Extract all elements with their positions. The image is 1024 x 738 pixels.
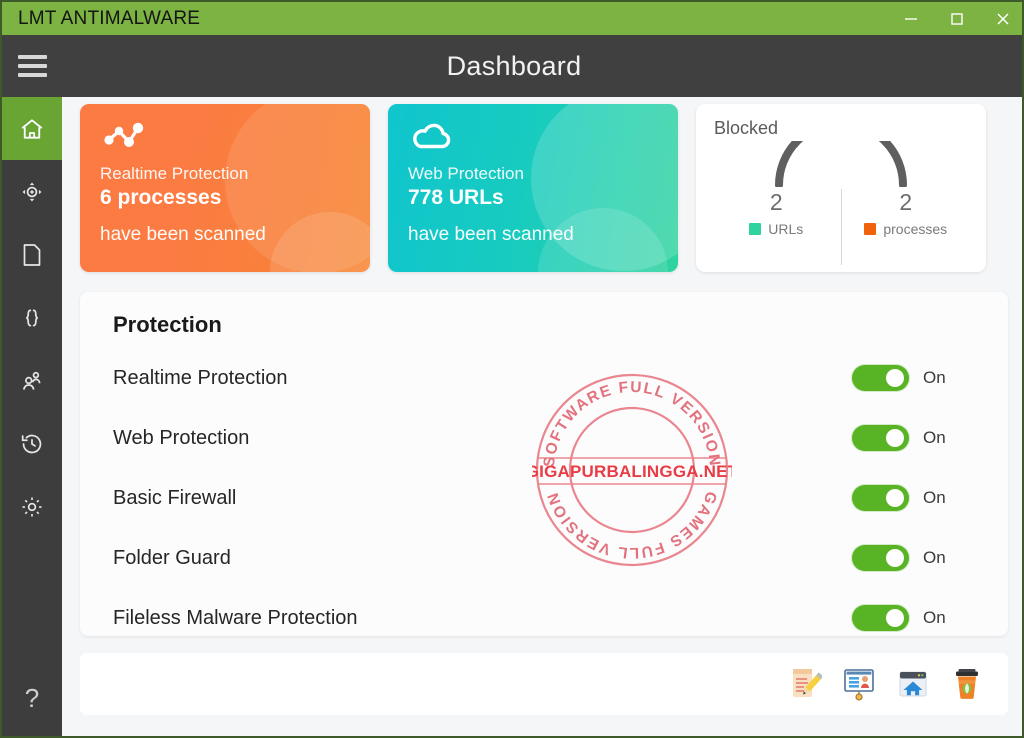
card-value: 778 URLs (408, 186, 504, 209)
protection-toggle-group: On (852, 545, 982, 571)
obscured-license-text (98, 664, 788, 704)
protection-row-realtime: Realtime Protection On (113, 348, 982, 408)
protection-row-fileless: Fileless Malware Protection On (113, 588, 982, 636)
protection-row-folder-guard: Folder Guard On (113, 528, 982, 588)
toggle-knob (886, 609, 904, 627)
web-protection-card[interactable]: Web Protection 778 URLs have been scanne… (388, 104, 678, 272)
protection-label: Web Protection (113, 426, 250, 449)
toggle-web-protection[interactable] (852, 425, 909, 451)
toggle-state-label: On (923, 608, 946, 627)
cloud-icon (408, 120, 658, 158)
toggle-realtime-protection[interactable] (852, 365, 909, 391)
legend-swatch-urls (749, 223, 762, 235)
home-icon (19, 116, 45, 142)
toggle-state-label: On (923, 368, 946, 387)
app-header: Dashboard (2, 35, 1022, 97)
card-subtitle: Realtime Protection (100, 164, 249, 183)
blocked-stats: 2 URLs 2 processes (714, 189, 968, 271)
card-caption: have been scanned (408, 224, 574, 245)
realtime-protection-card[interactable]: Realtime Protection 6 processes have bee… (80, 104, 370, 272)
toggle-folder-guard[interactable] (852, 545, 909, 571)
card-caption: have been scanned (100, 224, 266, 245)
gear-icon (19, 494, 45, 520)
toggle-state-label: On (923, 548, 946, 567)
tray-icons (788, 666, 994, 702)
sidebar: ? (2, 97, 62, 736)
blocked-urls-label: URLs (768, 221, 804, 237)
toggle-knob (886, 429, 904, 447)
blocked-processes-legend: processes (864, 221, 947, 237)
browser-home-icon[interactable] (896, 666, 930, 702)
card-value: 6 processes (100, 186, 222, 209)
protection-label: Fileless Malware Protection (113, 606, 358, 629)
coffee-cup-icon[interactable] (950, 666, 984, 702)
history-clock-icon (19, 431, 45, 457)
toggle-knob (886, 549, 904, 567)
application-window: LMT ANTIMALWARE Dashboard ? Realtime Pro… (0, 0, 1024, 738)
toggle-state-label: On (923, 428, 946, 447)
toggle-fileless-malware-protection[interactable] (852, 605, 909, 631)
blocked-divider (840, 189, 842, 265)
protection-toggle-group: On (852, 425, 982, 451)
close-button[interactable] (980, 2, 1022, 35)
protection-panel: Protection Realtime Protection On Web Pr… (80, 292, 1008, 636)
toggle-knob (886, 369, 904, 387)
document-icon (20, 242, 44, 268)
protection-heading: Protection (113, 312, 222, 337)
blocked-urls-count: 2 (769, 189, 783, 215)
title-bar: LMT ANTIMALWARE (2, 2, 1022, 35)
protection-toggle-group: On (852, 605, 982, 631)
protection-label: Folder Guard (113, 546, 231, 569)
braces-icon (19, 305, 45, 331)
maximize-button[interactable] (934, 2, 980, 35)
protection-label: Basic Firewall (113, 486, 237, 509)
bottom-bar (80, 653, 1008, 715)
sidebar-item-history[interactable] (2, 412, 62, 475)
app-title: LMT ANTIMALWARE (18, 7, 201, 29)
hamburger-menu-icon[interactable] (2, 35, 62, 97)
sidebar-item-scan[interactable] (2, 160, 62, 223)
card-subtitle: Web Protection (408, 164, 524, 183)
sidebar-item-settings[interactable] (2, 475, 62, 538)
network-nodes-icon (100, 120, 350, 158)
blocked-processes-label: processes (883, 221, 948, 237)
page-title: Dashboard (446, 50, 582, 81)
help-button[interactable]: ? (2, 658, 62, 736)
protection-row-web: Web Protection On (113, 408, 982, 468)
sidebar-item-home[interactable] (2, 97, 62, 160)
id-card-window-icon[interactable] (842, 666, 876, 702)
toggle-basic-firewall[interactable] (852, 485, 909, 511)
notepad-pencil-icon[interactable] (788, 666, 822, 702)
blocked-urls-stat: 2 URLs (714, 189, 839, 271)
toggle-knob (886, 489, 904, 507)
main-content: Realtime Protection 6 processes have bee… (62, 97, 1022, 736)
blocked-urls-legend: URLs (749, 221, 803, 237)
sidebar-item-users[interactable] (2, 349, 62, 412)
blocked-gauge (714, 141, 968, 187)
protection-toggle-group: On (852, 365, 982, 391)
sidebar-item-rules[interactable] (2, 286, 62, 349)
blocked-title: Blocked (714, 118, 779, 138)
blocked-card[interactable]: Blocked 2 URLs 2 processes (696, 104, 986, 272)
minimize-button[interactable] (888, 2, 934, 35)
blocked-processes-count: 2 (899, 189, 913, 215)
sidebar-item-reports[interactable] (2, 223, 62, 286)
protection-toggle-group: On (852, 485, 982, 511)
protection-row-firewall: Basic Firewall On (113, 468, 982, 528)
scan-target-icon (19, 179, 45, 205)
toggle-state-label: On (923, 488, 946, 507)
protection-label: Realtime Protection (113, 366, 288, 389)
stat-cards-row: Realtime Protection 6 processes have bee… (80, 104, 1008, 272)
legend-swatch-processes (864, 223, 877, 235)
users-icon (19, 368, 45, 394)
blocked-processes-stat: 2 processes (844, 189, 969, 271)
